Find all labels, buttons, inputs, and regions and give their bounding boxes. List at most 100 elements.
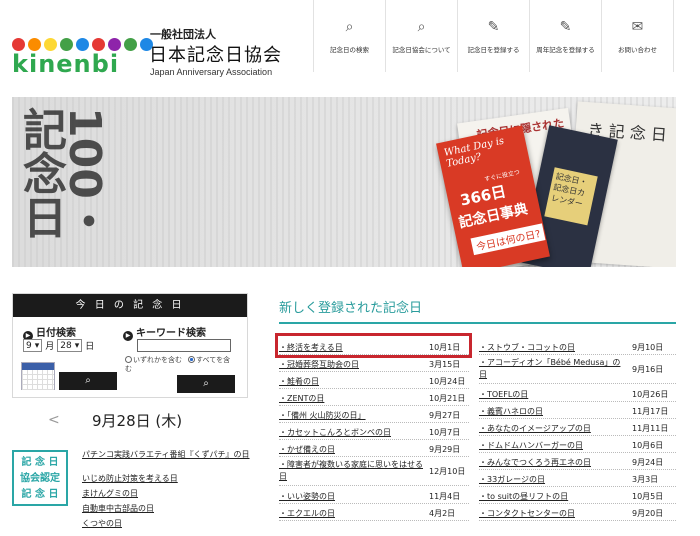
badge-line: 記 念 日 — [21, 489, 59, 500]
nav-about[interactable]: ⌕ 記念日協会について — [385, 0, 457, 72]
certified-item[interactable]: パチンコ実践バラエティ番組『くずパチ』の日 — [82, 450, 252, 471]
certified-anniversary-list: パチンコ実践バラエティ番組『くずパチ』の日 いじめ防止対策を考える日 まけんグミ… — [82, 450, 252, 531]
chevron-down-icon: ▾ — [74, 340, 80, 351]
anniversary-link[interactable]: ・冠婚葬祭互助会の日 — [279, 359, 359, 370]
anniversary-row: ・みんなでつくろう再エネの日 9月24日 — [479, 453, 676, 470]
org-name-en: Japan Anniversary Association — [150, 67, 273, 77]
nav-contact[interactable]: ✉ お問い合わせ — [601, 0, 674, 72]
anniversary-link[interactable]: ・「備州 火山防災の日」 — [279, 410, 366, 421]
anniversary-date: 9月29日 — [429, 445, 461, 454]
keyword-search-button[interactable]: ⌕ — [177, 375, 235, 393]
calendar-icon[interactable] — [21, 362, 55, 390]
site-header: kinenbi 一般社団法人 日本記念日協会 Japan Anniversary… — [0, 0, 700, 90]
anniversary-link[interactable]: ・義賓ハネロの日 — [479, 406, 543, 417]
anniversary-link[interactable]: ・あなたのイメージアップの日 — [479, 423, 591, 434]
main-nav: ⌕ 記念日の検索 ⌕ 記念日協会について ✎ 記念日を登録する ✎ 周年記念を登… — [313, 0, 674, 72]
nav-register-commemoration[interactable]: ✎ 周年記念を登録する — [529, 0, 601, 72]
search-icon: ⌕ — [417, 19, 426, 35]
radio-any-circle — [125, 356, 132, 363]
anniversary-row: ・あなたのイメージアップの日 11月11日 — [479, 419, 676, 436]
anniversary-link[interactable]: ・33ガレージの日 — [479, 474, 545, 485]
anniversary-link[interactable]: ・カセットこんろとボンベの日 — [279, 427, 391, 438]
radio-any-label: いずれかを含む — [133, 356, 182, 364]
anniversary-link[interactable]: ・ドムドムハンバーガーの日 — [479, 440, 583, 451]
anniversary-link[interactable]: ・アコーディオン「Bébé Medusa」の日 — [479, 357, 628, 381]
day-select[interactable]: 28 ▾ — [57, 339, 83, 352]
prev-date-arrow[interactable]: < — [48, 412, 60, 428]
nav-label: 記念日協会について — [392, 46, 451, 54]
anniversary-date: 9月20日 — [632, 509, 664, 518]
anniversary-date: 11月11日 — [632, 424, 669, 433]
anniversary-date: 10月5日 — [632, 492, 664, 501]
date-navigation: < 9月28日 (木) — [12, 408, 248, 438]
anniversary-row: ・ドムドムハンバーガーの日 10月6日 — [479, 436, 676, 453]
certified-item[interactable]: 自動車中古部品の日 — [82, 501, 252, 516]
anniversary-date: 9月10日 — [632, 343, 664, 352]
keyword-search-label: キーワード検索 — [136, 328, 206, 339]
edit-icon: ✎ — [559, 19, 572, 35]
search-icon: ⌕ — [85, 375, 91, 386]
anniversary-row: ・カセットこんろとボンベの日 10月7日 — [279, 423, 469, 440]
nav-register-anniversary[interactable]: ✎ 記念日を登録する — [457, 0, 529, 72]
anniversary-row: ・to suitの昼リフトの日 10月5日 — [479, 487, 676, 504]
anniversary-link[interactable]: ・みんなでつくろう再エネの日 — [479, 457, 591, 468]
radio-any[interactable]: いずれかを含む — [125, 355, 182, 365]
anniversary-link[interactable]: ・to suitの昼リフトの日 — [479, 491, 568, 502]
anniversary-row: ・アコーディオン「Bébé Medusa」の日 9月16日 — [479, 355, 676, 384]
mail-icon: ✉ — [631, 19, 644, 35]
edit-icon: ✎ — [487, 19, 500, 35]
new-anniversaries-title: 新しく登録された記念日 — [279, 301, 423, 316]
nav-anniversary-search[interactable]: ⌕ 記念日の検索 — [313, 0, 385, 72]
org-name[interactable]: 日本記念日協会 — [149, 41, 282, 67]
anniversary-date: 10月24日 — [429, 377, 466, 386]
anniversary-date: 11月17日 — [632, 407, 669, 416]
day-value: 28 — [60, 340, 72, 351]
day-suffix: 日 — [85, 342, 95, 352]
chevron-down-icon: ▾ — [34, 340, 40, 351]
anniversary-link[interactable]: ・かぜ備えの日 — [279, 444, 335, 455]
certified-item[interactable]: いじめ防止対策を考える日 — [82, 471, 252, 486]
anniversary-date: 10月26日 — [632, 390, 669, 399]
current-date: 9月28日 (木) — [92, 412, 183, 430]
anniversary-link[interactable]: ・エクエルの日 — [279, 508, 335, 519]
anniversary-row: ・ZENTの日 10月21日 — [279, 389, 469, 406]
section-rule — [279, 322, 676, 324]
anniversary-link[interactable]: ・ストウブ・ココットの日 — [479, 342, 575, 353]
today-anniversary-panel: 今 日 の 記 念 日 ▶ 日付検索 ▶ キーワード検索 9 ▾ 月 28 ▾ 日 いず… — [12, 293, 248, 398]
anniversary-row: ・コンタクトセンターの日 9月20日 — [479, 504, 676, 521]
anniversary-link[interactable]: ・鮭肴の日 — [279, 376, 319, 387]
date-select-row: 9 ▾ 月 28 ▾ 日 — [23, 339, 94, 352]
calendar-icon-grid — [22, 370, 54, 390]
hero-big-text: 100・記念日 — [15, 107, 110, 243]
date-search-button[interactable]: ⌕ — [59, 372, 117, 390]
nav-label: お問い合わせ — [618, 46, 657, 54]
certified-item[interactable]: まけんグミの日 — [82, 486, 252, 501]
search-icon: ⌕ — [203, 378, 209, 389]
anniversary-link[interactable]: ・コンタクトセンターの日 — [479, 508, 575, 519]
anniversary-date: 9月24日 — [632, 458, 664, 467]
anniversary-row: ・TOEFLの日 10月26日 — [479, 385, 676, 402]
arrow-right-icon: ▶ — [123, 331, 133, 341]
hero-banner: 100・記念日 記念日に隠された き 記 念 日 記念日・記念日カレンダー Wh… — [12, 97, 676, 267]
month-select[interactable]: 9 ▾ — [23, 339, 43, 352]
nav-label: 周年記念を登録する — [536, 46, 595, 54]
org-type: 一般社団法人 — [150, 28, 216, 41]
nav-label: 記念日を登録する — [467, 46, 520, 54]
date-search-label: 日付検索 — [36, 328, 76, 339]
anniversary-link[interactable]: ・ZENTの日 — [279, 393, 324, 404]
badge-line: 記 念 日 — [21, 457, 59, 468]
month-value: 9 — [26, 340, 32, 351]
radio-all[interactable]: すべてを含 — [188, 355, 230, 365]
certified-item[interactable]: くつやの日 — [82, 516, 252, 531]
selection-highlight — [275, 333, 472, 358]
anniversary-link[interactable]: ・障害者が複数いる家庭に思いをはせる日 — [279, 459, 425, 483]
kinenbi-logo[interactable]: kinenbi — [12, 38, 153, 78]
certified-anniversary-badge: 記 念 日 協会認定 記 念 日 — [12, 450, 68, 506]
today-header: 今 日 の 記 念 日 — [13, 294, 247, 317]
keyword-input[interactable] — [137, 339, 231, 352]
anniversary-date: 9月27日 — [429, 411, 461, 420]
anniversary-row: ・33ガレージの日 3月3日 — [479, 470, 676, 487]
anniversary-link[interactable]: ・TOEFLの日 — [479, 389, 528, 400]
nav-label: 記念日の検索 — [330, 46, 369, 54]
anniversary-link[interactable]: ・いい姿勢の日 — [279, 491, 335, 502]
